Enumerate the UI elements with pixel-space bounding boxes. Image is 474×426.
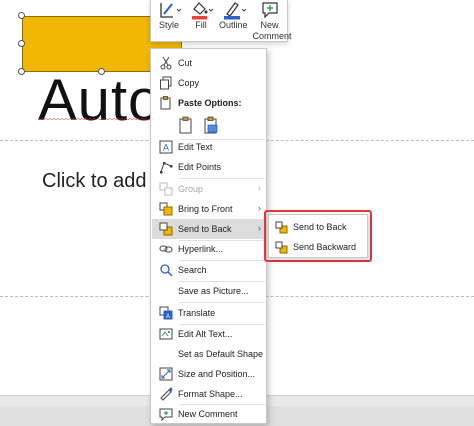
send-to-back-icon [159,222,173,236]
subtitle-placeholder-text[interactable]: Click to add [42,170,152,193]
menu-item-label: Send to Back [178,224,232,234]
menu-item-label: Set as Default Shape [178,349,264,359]
paste-keep-source-icon[interactable] [178,116,194,134]
new-comment-icon [256,0,284,20]
menu-item-bring-to-front[interactable]: Bring to Front › [152,199,266,219]
menu-item-size-and-position[interactable]: Size and Position... [152,364,266,384]
resize-handle[interactable] [18,68,25,75]
menu-item-save-as-picture[interactable]: Save as Picture... [152,281,266,301]
menu-item-label: Save as Picture... [178,286,249,296]
paste-options-row [152,113,266,137]
submenu-item-send-backward[interactable]: Send Backward [269,237,367,257]
scissors-icon [159,56,173,70]
menu-item-search[interactable]: Search [152,260,266,280]
send-to-back-submenu: Send to Back Send Backward [268,214,368,258]
menu-item-cut[interactable]: Cut [152,53,266,73]
copy-icon [159,76,173,90]
mini-toolbar: Style Fill Outline New Comment [150,0,292,42]
submenu-item-label: Send Backward [293,242,357,252]
search-icon [159,263,173,277]
new-comment-button[interactable]: New Comment [252,0,292,42]
blank-icon [159,284,173,298]
menu-item-label: Search [178,265,207,275]
submenu-arrow-icon: › [258,183,261,193]
menu-item-set-default-shape[interactable]: Set as Default Shape [152,344,266,364]
menu-item-hyperlink[interactable]: Hyperlink... [152,239,266,259]
menu-item-label: Edit Text [178,142,213,152]
shape-style-icon [155,0,183,20]
spellcheck-underline [38,118,150,121]
title-placeholder-text[interactable]: Auto [38,66,158,136]
fill-button[interactable]: Fill [187,0,215,31]
submenu-arrow-icon: › [258,223,261,233]
svg-text:A: A [163,143,169,153]
submenu-item-send-to-back[interactable]: Send to Back [269,217,367,237]
blank-icon [159,347,173,361]
menu-item-label: Format Shape... [178,389,243,399]
menu-item-label: Bring to Front [178,204,233,214]
menu-item-copy[interactable]: Copy [152,73,266,93]
translate-icon: A [159,306,173,320]
style-button[interactable]: Style [155,0,183,31]
menu-item-label: Cut [178,58,193,68]
new-comment-icon [159,407,173,422]
outline-button[interactable]: Outline [219,0,248,31]
submenu-arrow-icon: › [258,203,261,213]
menu-item-edit-text[interactable]: A Edit Text [152,137,266,157]
fill-label: Fill [195,20,207,30]
new-comment-label: New Comment [252,20,292,41]
menu-item-translate[interactable]: A Translate [152,303,266,323]
edit-points-icon [159,160,173,174]
menu-item-label: Size and Position... [178,369,256,379]
menu-item-label: Edit Alt Text... [178,329,233,339]
menu-item-group[interactable]: Group › [152,179,266,199]
alt-text-icon [159,327,173,341]
link-icon [159,242,173,256]
bring-to-front-icon [159,202,173,216]
menu-item-edit-alt-text[interactable]: Edit Alt Text... [152,324,266,344]
style-label: Style [158,20,179,30]
send-to-back-icon [275,221,288,234]
submenu-item-label: Send to Back [293,222,347,232]
resize-handle[interactable] [18,12,25,19]
menu-item-send-to-back[interactable]: Send to Back › [152,219,266,239]
paint-bucket-icon [187,0,215,20]
paste-options-header: Paste Options: [152,93,266,113]
menu-item-label: Copy [178,78,200,88]
format-shape-icon [159,387,173,401]
menu-item-new-comment[interactable]: New Comment [152,404,266,424]
resize-handle[interactable] [18,40,25,47]
menu-item-label: Edit Points [178,162,222,172]
group-icon [159,182,173,196]
context-menu: Cut Copy Paste Options: A Edit Text Edit… [150,48,267,424]
menu-item-format-shape[interactable]: Format Shape... [152,384,266,404]
menu-item-label: Translate [178,308,216,318]
paste-options-label: Paste Options: [178,98,242,108]
svg-text:A: A [166,314,170,320]
send-backward-icon [275,241,288,254]
menu-item-label: Hyperlink... [178,244,224,254]
edit-text-icon: A [159,140,173,154]
size-position-icon [159,367,173,381]
menu-item-label: New Comment [178,409,238,419]
menu-item-edit-points[interactable]: Edit Points [152,157,266,177]
paste-icon [159,96,173,110]
paste-picture-icon[interactable] [203,116,219,134]
menu-item-label: Group [178,184,204,194]
pen-outline-icon [219,0,247,20]
outline-label: Outline [219,20,248,30]
